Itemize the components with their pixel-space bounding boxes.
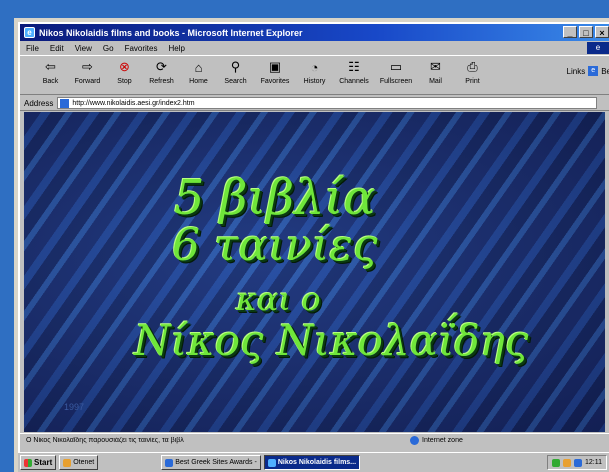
tray-icon[interactable]	[552, 458, 560, 467]
home-button[interactable]: ⌂ Home	[180, 56, 217, 94]
menu-help[interactable]: Help	[168, 44, 184, 53]
ie-task-icon	[165, 458, 174, 467]
ie-logo-icon: e	[24, 27, 35, 38]
forward-button[interactable]: ⇨ Forward	[69, 56, 106, 94]
title-bar[interactable]: e Nikos Nikolaidis films and books - Mic…	[20, 24, 609, 41]
windows-logo-icon	[24, 458, 32, 467]
task-label: Nikos Nikolaidis films...	[277, 459, 357, 466]
headline-and: και ο	[236, 280, 321, 318]
page-footer-text: 1997	[64, 402, 85, 412]
headline-books: 5 βιβλία	[174, 170, 376, 226]
search-icon: ⚲	[230, 59, 241, 74]
browser-window: e Nikos Nikolaidis films and books - Mic…	[18, 22, 609, 452]
clock[interactable]: 12:11	[585, 459, 602, 466]
menu-bar: File Edit View Go Favorites Help e	[20, 41, 609, 55]
link-ie-icon: e	[588, 66, 599, 76]
menu-file[interactable]: File	[26, 44, 39, 53]
print-icon: ⎙	[467, 59, 478, 74]
ie-throbber-icon: e	[587, 42, 609, 54]
history-button[interactable]: ◔ History	[296, 56, 333, 94]
favorites-icon: ▣	[268, 59, 282, 74]
security-zone: Internet zone	[410, 435, 463, 445]
search-button[interactable]: ⚲ Search	[217, 56, 254, 94]
headline-films: 6 ταινίες	[172, 220, 378, 271]
address-url: http://www.nikolaidis.aesi.gr/index2.htm	[72, 99, 195, 107]
ie-task-icon	[267, 458, 276, 467]
vertical-scrollbar[interactable]	[605, 112, 609, 432]
tray-icon[interactable]	[574, 458, 582, 467]
history-icon: ◔	[310, 59, 319, 75]
menu-favorites[interactable]: Favorites	[125, 44, 158, 53]
links-item[interactable]: Be	[601, 67, 609, 76]
mail-button[interactable]: ✉ Mail	[417, 56, 454, 94]
refresh-button[interactable]: ⟳ Refresh	[143, 56, 180, 94]
standard-toolbar: ⇦ Back ⇨ Forward ⊗ Stop ⟳ Refresh ⌂ Home ⚲ Sea…	[20, 55, 609, 95]
zone-label: Internet zone	[422, 436, 463, 444]
taskbar: Start Otenet Best Greek Sites Awards - N…	[18, 452, 609, 472]
stop-button[interactable]: ⊗ Stop	[106, 56, 143, 94]
tray-icon[interactable]	[563, 458, 571, 467]
address-bar: Address http://www.nikolaidis.aesi.gr/in…	[20, 96, 609, 111]
page-icon	[60, 98, 70, 108]
task-label: Best Greek Sites Awards -	[175, 459, 257, 466]
task-label: Otenet	[73, 459, 95, 466]
mail-icon: ✉	[430, 59, 441, 74]
address-label: Address	[24, 98, 54, 108]
start-button[interactable]: Start	[20, 455, 57, 470]
start-label: Start	[34, 458, 53, 467]
taskbar-item-nikolaidis[interactable]: Nikos Nikolaidis films...	[263, 455, 361, 470]
maximize-button[interactable]: □	[579, 26, 593, 38]
minimize-button[interactable]: _	[563, 26, 577, 38]
links-bar[interactable]: Links e Be	[567, 66, 609, 76]
address-input[interactable]: http://www.nikolaidis.aesi.gr/index2.htm	[57, 97, 598, 109]
window-controls: _ □ ×	[563, 26, 609, 38]
taskbar-item-awards[interactable]: Best Greek Sites Awards -	[161, 455, 261, 470]
links-label: Links	[566, 66, 586, 76]
page-content: 5 βιβλία 6 ταινίες και ο Νίκος Νικολαΐδη…	[24, 112, 609, 432]
forward-arrow-icon: ⇨	[82, 59, 93, 74]
print-button[interactable]: ⎙ Print	[454, 56, 491, 94]
fullscreen-button[interactable]: ▭ Fullscreen	[375, 56, 417, 94]
back-button[interactable]: ⇦ Back	[32, 56, 69, 94]
menu-view[interactable]: View	[75, 44, 92, 53]
stop-icon: ⊗	[119, 59, 130, 74]
headline-name[interactable]: Νίκος Νικολαΐδης	[134, 316, 528, 365]
system-tray: 12:11	[547, 455, 607, 470]
back-arrow-icon: ⇦	[45, 59, 56, 74]
home-icon: ⌂	[194, 59, 203, 75]
refresh-icon: ⟳	[156, 59, 167, 74]
close-button[interactable]: ×	[595, 26, 609, 38]
taskbar-item-otenet[interactable]: Otenet	[59, 455, 99, 470]
menu-go[interactable]: Go	[103, 44, 114, 53]
status-message: Ο Νίκος Νικολαΐδης παρουσιάζει τις ταινί…	[26, 436, 184, 444]
channels-button[interactable]: ☷ Channels	[333, 56, 375, 94]
window-title: Nikos Nikolaidis films and books - Micro…	[39, 27, 303, 38]
globe-icon	[410, 435, 419, 445]
otenet-icon	[63, 458, 72, 467]
fullscreen-icon: ▭	[389, 59, 403, 74]
favorites-button[interactable]: ▣ Favorites	[254, 56, 296, 94]
status-bar: Ο Νίκος Νικολαΐδης παρουσιάζει τις ταινί…	[20, 433, 609, 446]
channels-icon: ☷	[348, 59, 360, 74]
menu-edit[interactable]: Edit	[50, 44, 64, 53]
